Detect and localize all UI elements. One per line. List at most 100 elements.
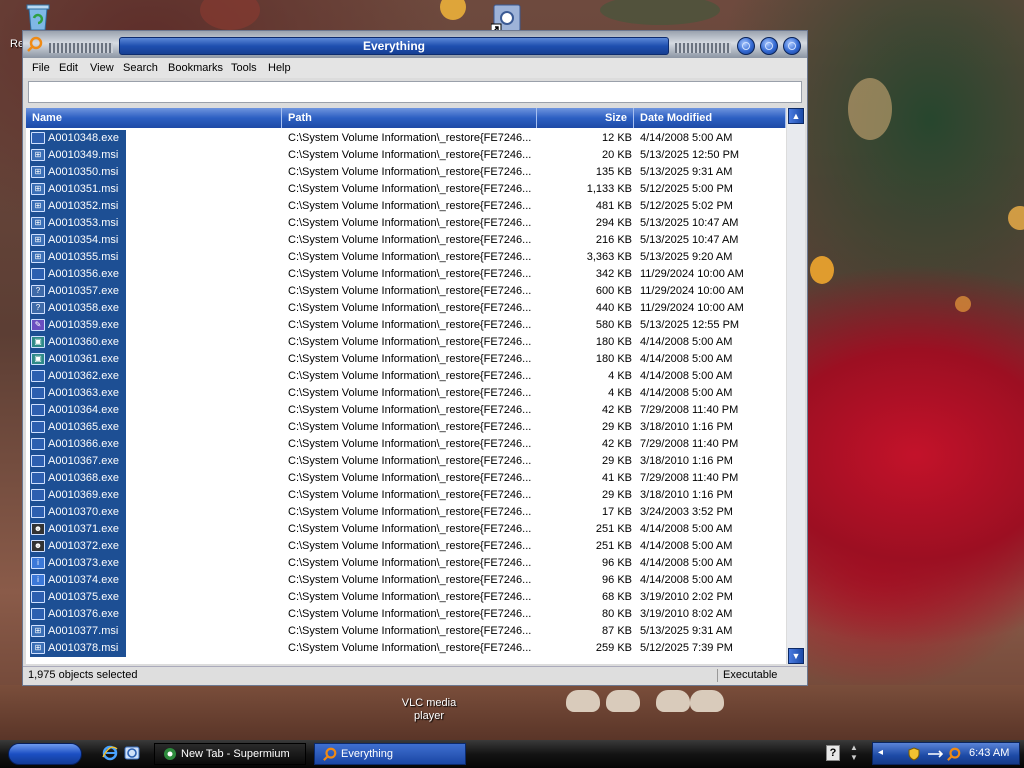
file-name-cell[interactable]: A0010370.exe <box>30 504 126 521</box>
table-row[interactable]: A0010370.exe C:\System Volume Information… <box>26 504 786 521</box>
table-row[interactable]: ⊞ A0010349.msi C:\System Volume Informatio… <box>26 147 786 164</box>
table-row[interactable]: A0010365.exe C:\System Volume Information… <box>26 419 786 436</box>
minimize-button[interactable] <box>737 37 755 55</box>
security-shield-icon[interactable] <box>907 747 921 761</box>
results-list[interactable]: Name Path Size Date Modified A0010348.ex… <box>26 108 786 664</box>
file-name-cell[interactable]: ⊞ A0010354.msi <box>30 232 126 249</box>
file-name-cell[interactable]: A0010362.exe <box>30 368 126 385</box>
table-row[interactable]: ▣ A0010360.exe C:\System Volume Informatio… <box>26 334 786 351</box>
table-row[interactable]: A0010364.exe C:\System Volume Information… <box>26 402 786 419</box>
file-name-cell[interactable]: ▣ A0010361.exe <box>30 351 126 368</box>
file-name-text: A0010363.exe <box>48 387 119 399</box>
file-name-cell[interactable]: ⊞ A0010355.msi <box>30 249 126 266</box>
table-row[interactable]: ✎ A0010359.exe C:\System Volume Informatio… <box>26 317 786 334</box>
file-name-cell[interactable]: ▣ A0010360.exe <box>30 334 126 351</box>
column-header-size[interactable]: Size <box>537 108 634 128</box>
file-name-cell[interactable]: A0010369.exe <box>30 487 126 504</box>
task-supermium[interactable]: New Tab - Supermium <box>154 743 306 765</box>
table-row[interactable]: ⊞ A0010354.msi C:\System Volume Informatio… <box>26 232 786 249</box>
close-button[interactable] <box>783 37 801 55</box>
file-name-cell[interactable]: A0010375.exe <box>30 589 126 606</box>
title-bar[interactable]: Everything <box>23 31 807 58</box>
table-row[interactable]: A0010368.exe C:\System Volume Information… <box>26 470 786 487</box>
menu-edit[interactable]: Edit <box>59 62 78 74</box>
file-path-cell: C:\System Volume Information\_restore{FE… <box>288 438 532 450</box>
table-row[interactable]: ? A0010358.exe C:\System Volume Informatio… <box>26 300 786 317</box>
tray-chevron-icon[interactable]: ◂ <box>878 747 883 758</box>
file-name-cell[interactable]: ? A0010358.exe <box>30 300 126 317</box>
file-name-cell[interactable]: A0010376.exe <box>30 606 126 623</box>
table-row[interactable]: A0010356.exe C:\System Volume Information… <box>26 266 786 283</box>
table-row[interactable]: ? A0010357.exe C:\System Volume Informatio… <box>26 283 786 300</box>
file-name-cell[interactable]: A0010368.exe <box>30 470 126 487</box>
tray-arrows-icon[interactable]: ▲ ▼ <box>850 743 858 763</box>
table-row[interactable]: ☻ A0010372.exe C:\System Volume Informatio… <box>26 538 786 555</box>
file-name-cell[interactable]: A0010365.exe <box>30 419 126 436</box>
menu-search[interactable]: Search <box>123 62 158 74</box>
table-row[interactable]: A0010369.exe C:\System Volume Information… <box>26 487 786 504</box>
table-row[interactable]: ⊞ A0010350.msi C:\System Volume Informatio… <box>26 164 786 181</box>
file-name-cell[interactable]: ⊞ A0010352.msi <box>30 198 126 215</box>
file-name-cell[interactable]: ⊞ A0010353.msi <box>30 215 126 232</box>
file-name-cell[interactable]: A0010366.exe <box>30 436 126 453</box>
column-header-name[interactable]: Name <box>26 108 282 128</box>
table-row[interactable]: ☻ A0010371.exe C:\System Volume Informatio… <box>26 521 786 538</box>
table-row[interactable]: ▣ A0010361.exe C:\System Volume Informatio… <box>26 351 786 368</box>
menu-tools[interactable]: Tools <box>231 62 257 74</box>
file-name-cell[interactable]: ⊞ A0010349.msi <box>30 147 126 164</box>
table-row[interactable]: A0010366.exe C:\System Volume Information… <box>26 436 786 453</box>
menu-view[interactable]: View <box>90 62 114 74</box>
bokeh-light <box>200 0 260 30</box>
vertical-scrollbar[interactable]: ▲ ▼ <box>787 108 805 664</box>
table-row[interactable]: ⊞ A0010377.msi C:\System Volume Informatio… <box>26 623 786 640</box>
table-row[interactable]: i A0010373.exe C:\System Volume Informatio… <box>26 555 786 572</box>
file-name-cell[interactable]: A0010367.exe <box>30 453 126 470</box>
file-name-cell[interactable]: A0010364.exe <box>30 402 126 419</box>
file-name-cell[interactable]: ? A0010357.exe <box>30 283 126 300</box>
file-name-cell[interactable]: A0010348.exe <box>30 130 126 147</box>
file-name-cell[interactable]: ⊞ A0010378.msi <box>30 640 126 657</box>
table-row[interactable]: A0010376.exe C:\System Volume Information… <box>26 606 786 623</box>
file-name-cell[interactable]: ⊞ A0010351.msi <box>30 181 126 198</box>
file-name-cell[interactable]: A0010363.exe <box>30 385 126 402</box>
table-row[interactable]: A0010375.exe C:\System Volume Information… <box>26 589 786 606</box>
menu-help[interactable]: Help <box>268 62 291 74</box>
table-row[interactable]: ⊞ A0010378.msi C:\System Volume Informatio… <box>26 640 786 657</box>
scroll-down-arrow[interactable]: ▼ <box>788 648 804 664</box>
table-row[interactable]: A0010367.exe C:\System Volume Information… <box>26 453 786 470</box>
column-header-path[interactable]: Path <box>282 108 537 128</box>
everything-app-icon[interactable] <box>27 36 43 52</box>
internet-explorer-icon[interactable] <box>102 745 118 761</box>
vlc-media-player-label[interactable]: VLC media player <box>400 697 458 723</box>
help-icon[interactable]: ? <box>826 745 840 761</box>
recycle-bin-icon[interactable] <box>24 2 52 32</box>
table-row[interactable]: A0010348.exe C:\System Volume Information… <box>26 130 786 147</box>
column-header-date[interactable]: Date Modified <box>634 108 786 128</box>
menu-bookmarks[interactable]: Bookmarks <box>168 62 223 74</box>
file-name-cell[interactable]: ☻ A0010371.exe <box>30 521 126 538</box>
menu-file[interactable]: File <box>32 62 50 74</box>
file-name-cell[interactable]: i A0010374.exe <box>30 572 126 589</box>
file-name-cell[interactable]: ☻ A0010372.exe <box>30 538 126 555</box>
file-name-cell[interactable]: ✎ A0010359.exe <box>30 317 126 334</box>
everything-tray-icon[interactable] <box>947 747 961 761</box>
file-name-cell[interactable]: ⊞ A0010350.msi <box>30 164 126 181</box>
scroll-up-arrow[interactable]: ▲ <box>788 108 804 124</box>
table-row[interactable]: ⊞ A0010353.msi C:\System Volume Informatio… <box>26 215 786 232</box>
file-name-cell[interactable]: ⊞ A0010377.msi <box>30 623 126 640</box>
task-everything[interactable]: Everything <box>314 743 466 765</box>
file-name-cell[interactable]: A0010356.exe <box>30 266 126 283</box>
table-row[interactable]: ⊞ A0010351.msi C:\System Volume Informatio… <box>26 181 786 198</box>
file-name-cell[interactable]: i A0010373.exe <box>30 555 126 572</box>
table-row[interactable]: ⊞ A0010352.msi C:\System Volume Informatio… <box>26 198 786 215</box>
search-input[interactable] <box>28 81 802 103</box>
table-row[interactable]: A0010363.exe C:\System Volume Information… <box>26 385 786 402</box>
start-button[interactable] <box>8 743 82 765</box>
maximize-button[interactable] <box>760 37 778 55</box>
quick-launch-icon[interactable] <box>124 745 140 761</box>
table-row[interactable]: A0010362.exe C:\System Volume Information… <box>26 368 786 385</box>
clock[interactable]: 6:43 AM <box>969 747 1009 759</box>
table-row[interactable]: i A0010374.exe C:\System Volume Informatio… <box>26 572 786 589</box>
table-row[interactable]: ⊞ A0010355.msi C:\System Volume Informatio… <box>26 249 786 266</box>
network-icon[interactable] <box>927 747 943 761</box>
